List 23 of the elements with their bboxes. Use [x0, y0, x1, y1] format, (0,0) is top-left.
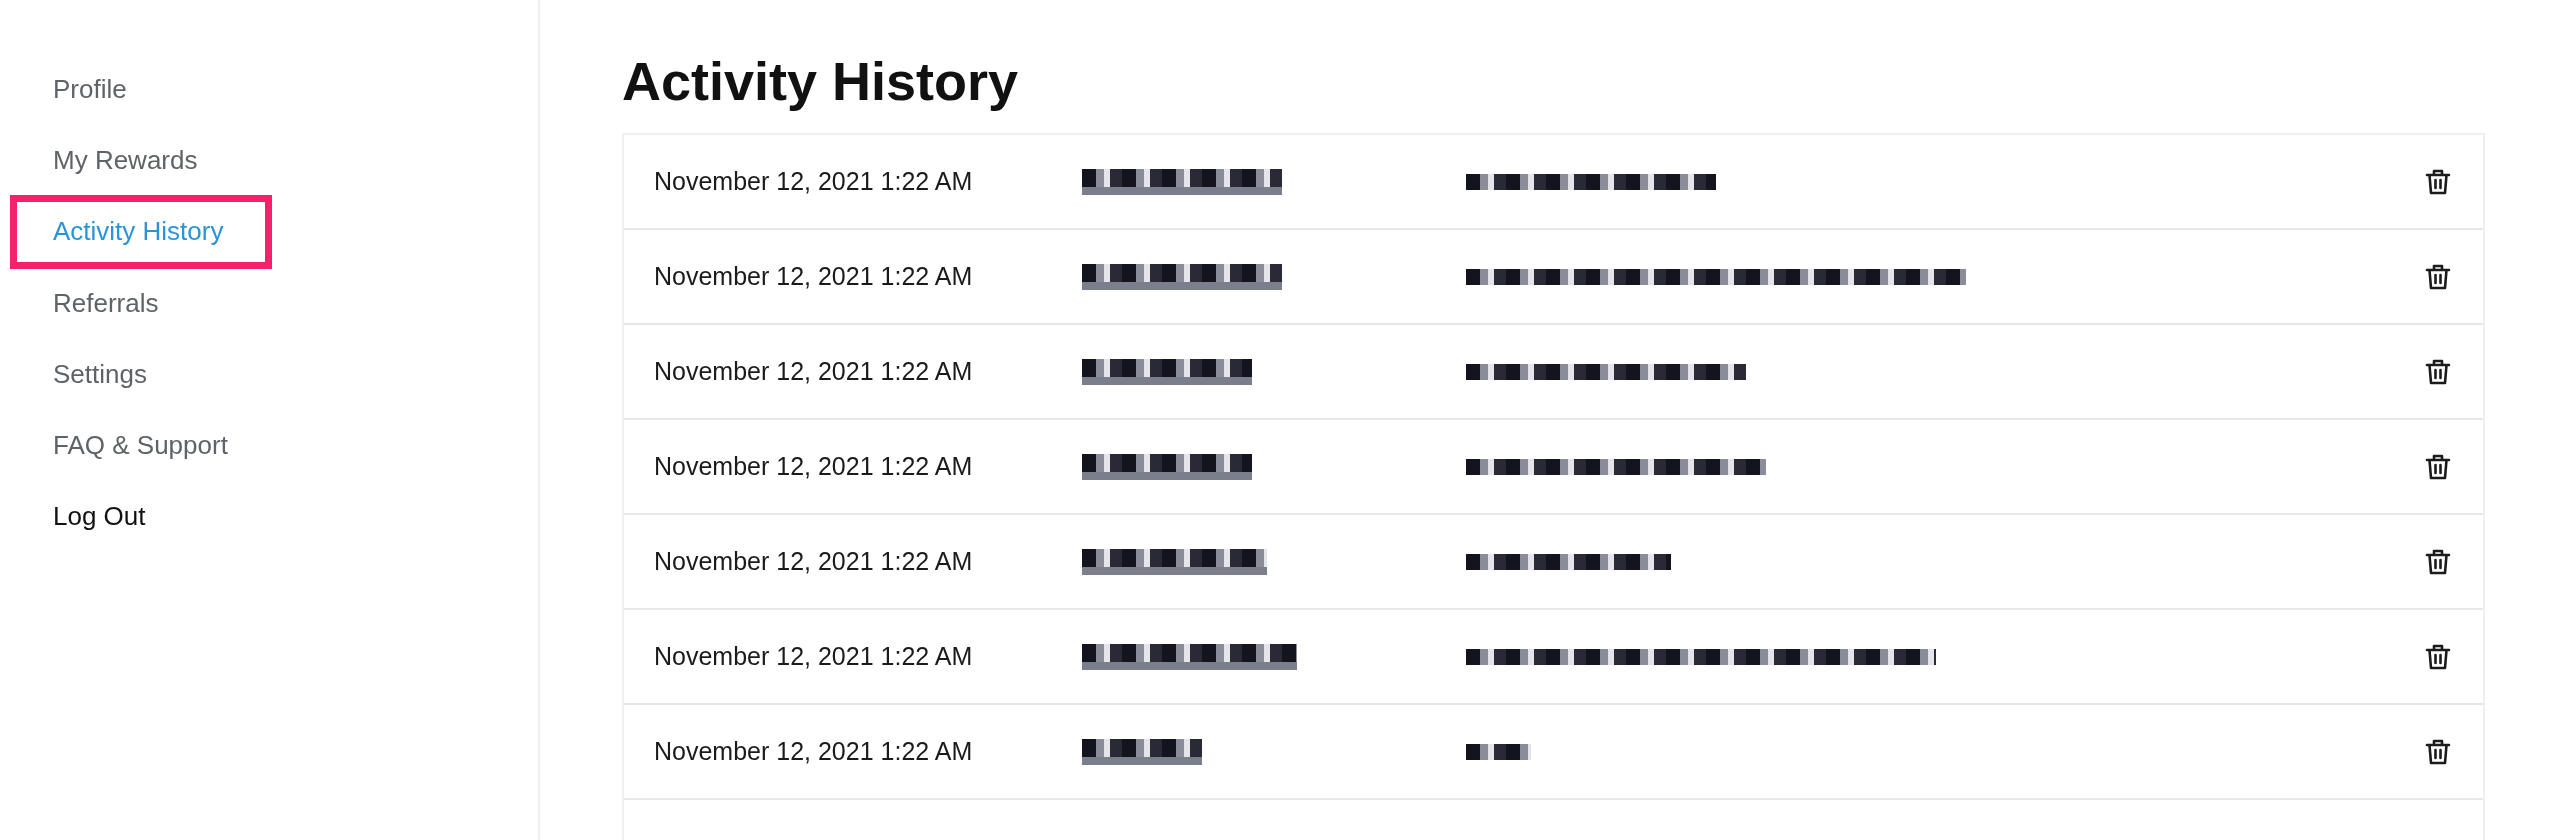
trash-icon — [2425, 357, 2451, 386]
sidebar-item[interactable]: Log Out — [10, 480, 195, 554]
trash-icon — [2425, 167, 2451, 196]
sidebar-item[interactable]: My Rewards — [10, 124, 247, 198]
activity-date: November 12, 2021 1:22 AM — [654, 736, 974, 768]
sidebar-item[interactable]: Profile — [10, 53, 176, 127]
sidebar-item[interactable]: Referrals — [10, 266, 208, 340]
redacted-text — [1466, 743, 1531, 760]
trash-icon — [2425, 642, 2451, 671]
trash-icon — [2425, 737, 2451, 766]
sidebar-item[interactable]: FAQ & Support — [10, 408, 277, 483]
activity-date: November 12, 2021 1:22 AM — [654, 166, 974, 198]
activity-date: November 12, 2021 1:22 AM — [654, 261, 974, 293]
trash-icon — [2425, 452, 2451, 481]
trash-icon — [2425, 547, 2451, 576]
activity-date: November 12, 2021 1:22 AM — [654, 546, 974, 578]
trash-icon — [2425, 262, 2451, 291]
sidebar-item[interactable]: Activity History — [10, 195, 273, 269]
sidebar-item[interactable]: Settings — [10, 337, 196, 411]
activity-date: November 12, 2021 1:22 AM — [654, 641, 974, 673]
activity-date: November 12, 2021 1:22 AM — [654, 356, 974, 388]
page-title: Activity History — [622, 52, 1020, 112]
activity-date: November 12, 2021 1:22 AM — [654, 451, 974, 483]
